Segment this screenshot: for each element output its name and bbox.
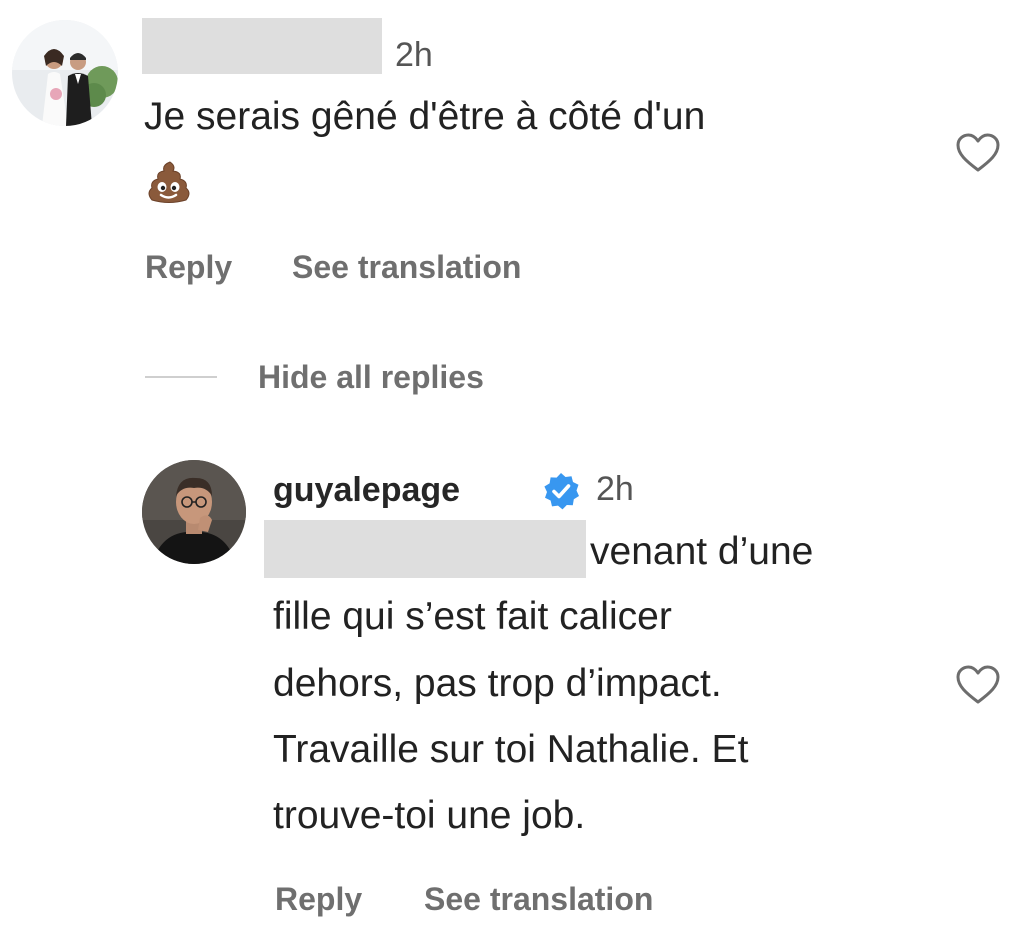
- comment-text-line: trouve-toi une job.: [273, 794, 586, 837]
- reply-button[interactable]: Reply: [145, 251, 232, 283]
- comment-text-line: fille qui s’est fait calicer: [273, 595, 672, 638]
- like-heart-icon[interactable]: [954, 664, 1002, 706]
- commenter-avatar[interactable]: [12, 20, 118, 126]
- replies-divider-line: [145, 376, 217, 378]
- guyalepage-avatar[interactable]: [142, 460, 246, 564]
- like-heart-icon[interactable]: [954, 132, 1002, 174]
- verified-badge-icon: [541, 471, 581, 511]
- pile-of-poo-emoji: [146, 160, 192, 204]
- hide-all-replies-button[interactable]: Hide all replies: [258, 361, 484, 393]
- comment-text: Je serais gêné d'être à côté d'un: [144, 95, 706, 138]
- comment-text-line: venant d’une: [590, 530, 814, 573]
- redacted-mention: [264, 520, 586, 578]
- see-translation-button[interactable]: See translation: [292, 251, 521, 283]
- comment-timestamp: 2h: [395, 36, 433, 74]
- comment-text-line: Travaille sur toi Nathalie. Et: [273, 728, 749, 771]
- reply-button[interactable]: Reply: [275, 883, 362, 915]
- comment-username[interactable]: guyalepage: [273, 473, 460, 507]
- comment-timestamp: 2h: [596, 470, 634, 508]
- redacted-username: [142, 18, 382, 74]
- comment-thread: 2h Je serais gêné d'être à côté d'un Rep…: [0, 0, 1024, 932]
- comment-text-line: dehors, pas trop d’impact.: [273, 662, 722, 705]
- see-translation-button[interactable]: See translation: [424, 883, 653, 915]
